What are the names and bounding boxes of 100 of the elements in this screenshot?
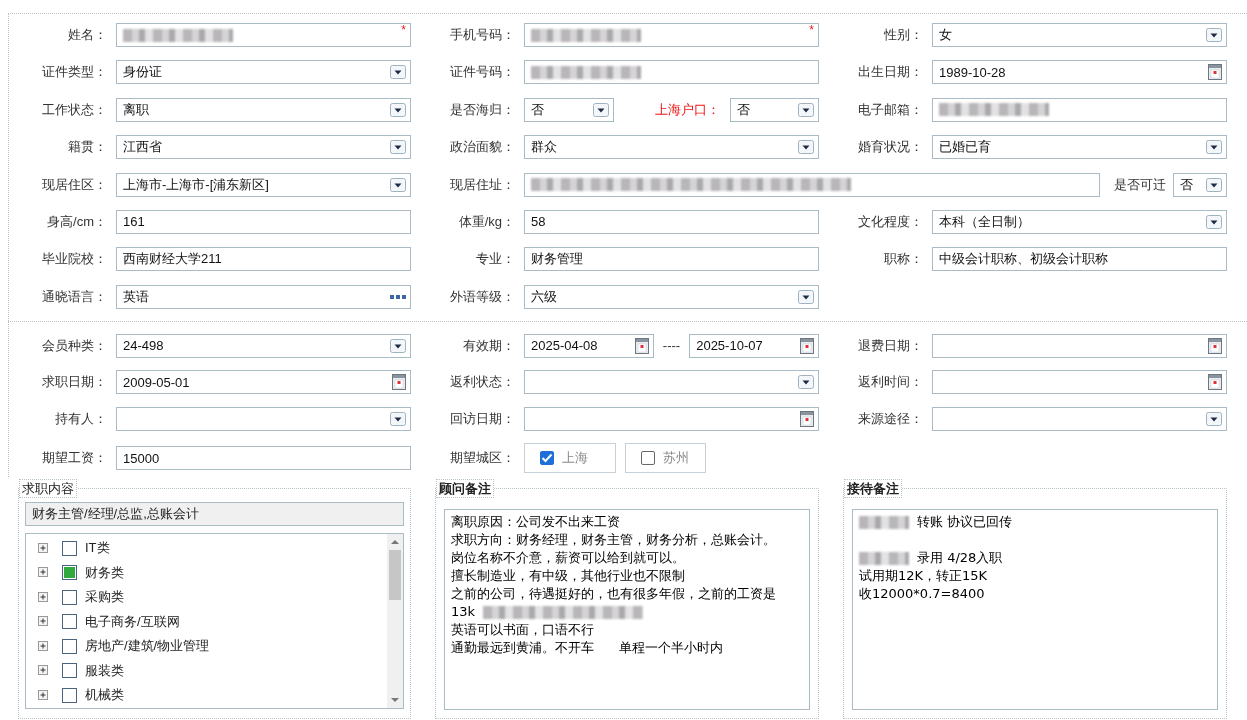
date-field[interactable] — [932, 370, 1227, 395]
text-field[interactable]: * — [116, 23, 411, 47]
text-field[interactable]: 58 — [524, 209, 819, 234]
text-field[interactable] — [932, 97, 1227, 122]
expand-icon[interactable] — [38, 567, 49, 579]
select-field[interactable] — [524, 370, 819, 395]
select-field[interactable]: 否 — [1173, 172, 1227, 197]
tree-item[interactable]: 电子商务/互联网 — [38, 609, 386, 635]
field-label: 证件号码： — [449, 63, 516, 82]
calendar-icon — [1208, 374, 1222, 391]
expand-icon[interactable] — [38, 641, 49, 652]
tree-item[interactable]: 采购类 — [38, 585, 386, 610]
field-label: 上海户口： — [653, 100, 721, 119]
select-field[interactable]: 江西省 — [116, 135, 411, 160]
select-field[interactable]: 否 — [729, 97, 819, 122]
select-field[interactable]: 离职 — [116, 97, 411, 122]
checkbox[interactable] — [540, 451, 554, 466]
field-label: 期望工资： — [41, 449, 108, 468]
select-field[interactable]: 六级 — [524, 284, 819, 309]
calendar-icon — [634, 337, 649, 354]
text-field[interactable]: 西南财经大学211 — [116, 247, 411, 272]
panel-title: 接待备注 — [844, 479, 902, 499]
checkbox[interactable] — [62, 590, 77, 605]
expand-icon[interactable] — [38, 665, 49, 677]
select-field[interactable]: 群众 — [524, 135, 819, 160]
calendar-icon — [1208, 337, 1222, 354]
date-field[interactable]: 2025-10-07 — [689, 333, 819, 358]
tree-item[interactable]: 服装类 — [38, 658, 386, 684]
notes-field[interactable]: 离职原因：公司发不出来工资 求职方向：财务经理，财务主管，财务分析，总账会计。 岗位名称不介意，薪资可以给到就可以。 擅长制造业，有中级，其他行业也不限制 之前的公司，待遇挺好的，也有很多年假，之前的工资是 13k 英语可以书面，口语不行 通勤最远到黄浦。不开车 单程一个半小时内 — [444, 509, 810, 711]
expand-icon[interactable] — [38, 616, 49, 628]
date-field[interactable]: 1989-10-28 — [932, 60, 1227, 85]
tree-item[interactable]: IT类 — [38, 536, 386, 561]
field-label: 毕业院校： — [41, 250, 108, 269]
field-label: 政治面貌： — [449, 138, 516, 157]
select-field[interactable]: 身份证 — [116, 60, 411, 85]
select-field[interactable]: 已婚已育 — [932, 135, 1227, 160]
note-text: 岗位名称不介意，薪资可以给到就可以。 — [451, 549, 685, 568]
field-label: 婚育状况： — [857, 138, 924, 157]
select-field[interactable]: 本科（全日制） — [932, 209, 1227, 234]
field-label: 电子邮箱： — [857, 100, 924, 119]
checkbox[interactable] — [62, 565, 77, 581]
field-label: 工作状态： — [41, 100, 108, 119]
checkbox[interactable] — [62, 639, 77, 654]
lookup-field[interactable]: 英语 — [116, 284, 411, 309]
date-field[interactable]: 2025-04-08 — [524, 333, 654, 358]
notes-field[interactable]: 转账 协议已回传 录用 4/28入职 试用期12K，转正15K 收12000*0.7=8400 — [852, 509, 1218, 711]
tree-item[interactable]: 房地产/建筑/物业管理 — [38, 634, 386, 659]
checkbox[interactable] — [62, 614, 77, 630]
field-label: 来源途径： — [857, 409, 924, 428]
note-text: 转账 协议已回传 — [917, 513, 1013, 532]
more-icon — [390, 294, 406, 299]
note-text: 离职原因：公司发不出来工资 — [451, 513, 620, 532]
field-label: 性别： — [883, 26, 924, 44]
selection-field[interactable]: 财务主管/经理/总监,总账会计 — [25, 502, 404, 527]
field-label: 返利状态： — [449, 373, 516, 392]
select-field[interactable] — [116, 406, 411, 431]
note-text: 求职方向：财务经理，财务主管，财务分析，总账会计。 — [451, 531, 776, 550]
check-icon — [541, 453, 553, 464]
expand-icon[interactable] — [38, 690, 49, 701]
select-field[interactable]: 否 — [524, 97, 614, 122]
field-label: 持有人： — [54, 409, 108, 428]
select-field[interactable] — [932, 406, 1227, 431]
checkbox[interactable] — [641, 451, 655, 466]
checkbox[interactable] — [62, 663, 77, 679]
text-field[interactable]: 财务管理 — [524, 247, 819, 272]
checkbox[interactable] — [62, 541, 77, 556]
select-field[interactable]: 24-498 — [116, 333, 411, 358]
text-field[interactable]: 中级会计职称、初级会计职称 — [932, 247, 1227, 272]
date-field[interactable] — [932, 333, 1227, 358]
text-field[interactable]: 15000 — [116, 446, 411, 471]
tree-item[interactable]: 财务类 — [38, 560, 386, 586]
select-field[interactable]: 上海市-上海市-[浦东新区] — [116, 172, 411, 197]
field-label: 退费日期： — [857, 336, 924, 355]
text-field[interactable]: * — [524, 23, 819, 47]
field-label: 通晓语言： — [41, 287, 108, 306]
note-text: 之前的公司，待遇挺好的，也有很多年假，之前的工资是 — [451, 585, 776, 604]
field-label: 职称： — [883, 250, 924, 269]
expand-icon[interactable] — [38, 592, 49, 603]
field-label: 出生日期： — [857, 63, 924, 82]
checkbox[interactable] — [62, 688, 77, 703]
text-field[interactable] — [524, 172, 1100, 197]
checkbox-option[interactable]: 苏州 — [625, 443, 706, 474]
field-label: 返利时间： — [857, 373, 924, 392]
calendar-icon — [392, 374, 406, 391]
date-field[interactable]: 2009-05-01 — [116, 370, 411, 395]
note-text: 擅长制造业，有中级，其他行业也不限制 — [451, 567, 685, 586]
field-label: 回访日期： — [449, 409, 516, 428]
redacted-mark — [859, 551, 909, 565]
date-field[interactable] — [524, 406, 819, 431]
note-text: 通勤最远到黄浦。不开车 单程一个半小时内 — [451, 639, 723, 658]
required-mark: * — [401, 24, 406, 36]
note-text: 收12000*0.7=8400 — [859, 585, 985, 604]
checkbox-option[interactable]: 上海 — [524, 443, 616, 474]
field-label: 是否可迁 — [1113, 175, 1167, 194]
tree-item[interactable]: 机械类 — [38, 683, 386, 708]
text-field[interactable]: 161 — [116, 209, 411, 234]
text-field[interactable] — [524, 60, 819, 85]
field-label: 现居住址： — [449, 175, 516, 194]
expand-icon[interactable] — [38, 543, 49, 554]
select-field[interactable]: 女 — [932, 23, 1227, 47]
